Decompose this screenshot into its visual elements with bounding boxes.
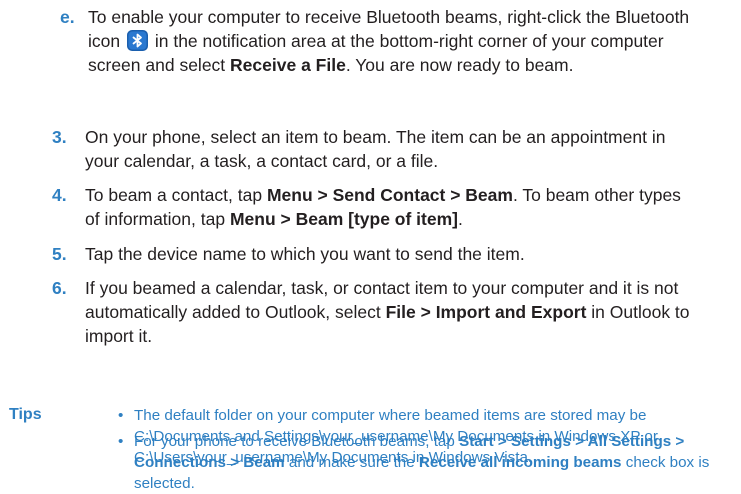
step-6-text: If you beamed a calendar, task, or conta…: [85, 278, 690, 346]
step-3-number: 3.: [52, 127, 67, 147]
tips-label: Tips: [9, 406, 42, 423]
step-5: 5. Tap the device name to which you want…: [52, 242, 692, 266]
tip-1-bullet: •: [118, 407, 124, 424]
step-e-bold: Receive a File: [230, 55, 346, 75]
step-4: 4. To beam a contact, tap Menu > Send Co…: [52, 183, 692, 231]
step-4-number: 4.: [52, 185, 67, 205]
step-3-text: On your phone, select an item to beam. T…: [85, 127, 666, 171]
bluetooth-icon: [126, 30, 148, 51]
step-5-number: 5.: [52, 244, 67, 264]
step-3: 3. On your phone, select an item to beam…: [52, 125, 692, 173]
step-6: 6. If you beamed a calendar, task, or co…: [52, 276, 692, 348]
step-6-number: 6.: [52, 278, 67, 298]
step-5-text: Tap the device name to which you want to…: [85, 244, 525, 264]
step-e-number: e.: [60, 7, 75, 27]
step-e-text: To enable your computer to receive Bluet…: [88, 7, 690, 75]
tip-2-bullet: •: [118, 433, 124, 450]
step-e: e. To enable your computer to receive Bl…: [60, 5, 700, 77]
tip-2-text: For your phone to receive Bluetooth beam…: [134, 433, 710, 492]
step-4-text: To beam a contact, tap Menu > Send Conta…: [85, 185, 681, 229]
tip-2: • For your phone to receive Bluetooth be…: [118, 431, 718, 494]
